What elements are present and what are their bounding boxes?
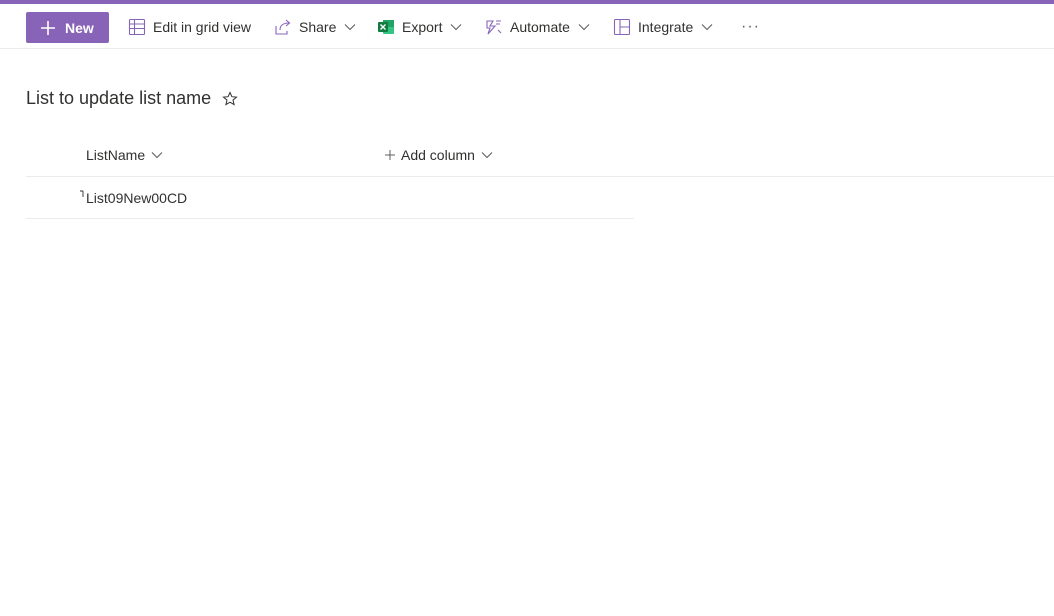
integrate-icon [613, 18, 631, 36]
automate-button[interactable]: Automate [485, 11, 590, 42]
automate-icon [485, 18, 503, 36]
excel-icon [377, 18, 395, 36]
new-button-label: New [65, 19, 94, 36]
more-options-icon: ··· [741, 17, 760, 35]
export-button[interactable]: Export [377, 11, 462, 42]
new-button[interactable]: New [26, 12, 109, 43]
table-row[interactable]: List09New00CD [26, 177, 634, 219]
chevron-down-icon [701, 21, 713, 33]
more-options-button[interactable]: ··· [741, 11, 760, 42]
chevron-down-icon [344, 21, 356, 33]
column-header-listname[interactable]: ListName [86, 143, 163, 167]
integrate-button[interactable]: Integrate [613, 11, 713, 42]
favorite-star-icon[interactable] [222, 90, 238, 107]
chevron-down-icon [578, 21, 590, 33]
share-label: Share [299, 18, 337, 35]
chevron-down-icon [450, 21, 462, 33]
edit-in-grid-view-button[interactable]: Edit in grid view [128, 11, 251, 42]
integrate-label: Integrate [638, 18, 694, 35]
automate-label: Automate [510, 18, 570, 35]
chevron-down-icon [481, 149, 493, 161]
list-title: List to update list name [26, 88, 212, 108]
add-column-label: Add column [401, 147, 475, 163]
plus-icon [40, 20, 56, 36]
page-title: List to update list name [26, 88, 238, 109]
plus-icon [384, 149, 396, 161]
cell-listname[interactable]: List09New00CD [86, 190, 187, 206]
share-icon [274, 18, 292, 36]
grid-icon [128, 18, 146, 36]
chevron-down-icon [151, 149, 163, 161]
share-button[interactable]: Share [274, 11, 356, 42]
add-column-button[interactable]: Add column [384, 143, 493, 167]
export-label: Export [402, 18, 443, 35]
command-bar: New Edit in grid view Share Export Autom… [0, 4, 1054, 49]
edit-in-grid-view-label: Edit in grid view [153, 18, 252, 35]
column-header-label: ListName [86, 147, 146, 163]
